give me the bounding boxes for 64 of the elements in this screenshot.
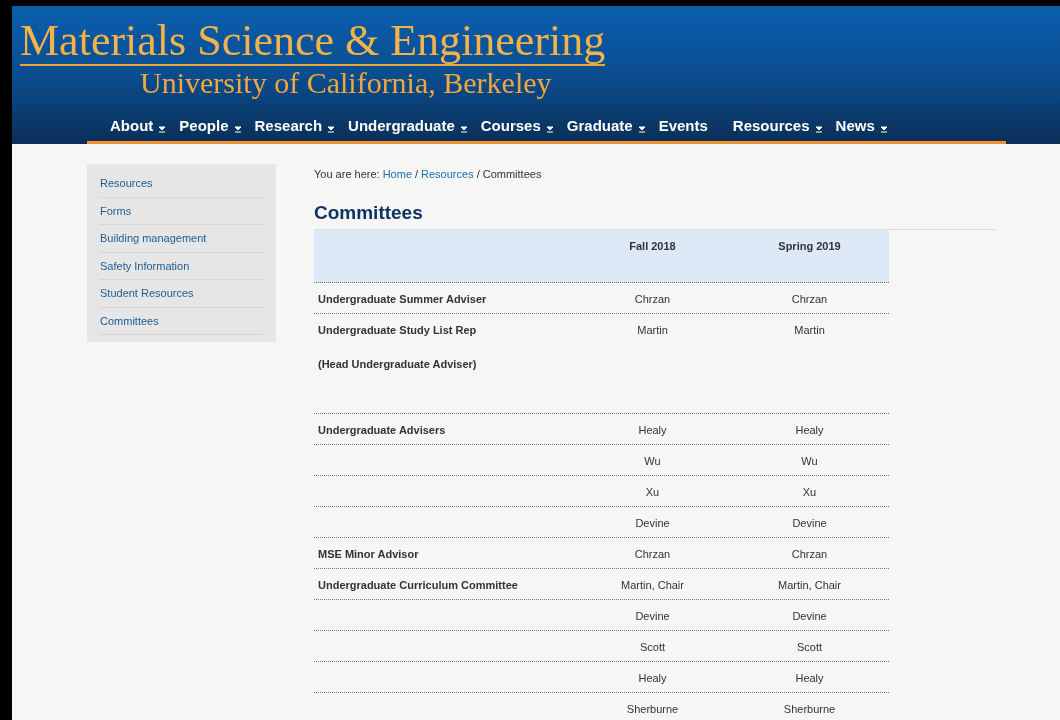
table-cell-text: Healy	[795, 671, 824, 686]
table-cell-text: Devine	[635, 609, 670, 624]
table-cell-text: Scott	[796, 640, 823, 655]
site-subtitle: University of California, Berkeley	[140, 66, 552, 100]
table-cell-text: Chrzan	[791, 292, 828, 307]
table-cell-text: Chrzan	[634, 547, 671, 562]
sidebar-link[interactable]: Student Resources	[100, 280, 263, 308]
table-cell-text: Healy	[795, 423, 824, 438]
table-cell-text: Sherburne	[783, 702, 836, 717]
breadcrumb-link[interactable]: Resources	[421, 166, 474, 190]
caret-icon	[327, 124, 336, 133]
sidebar-link[interactable]: Safety Information	[100, 252, 263, 280]
nav-link[interactable]: Resources	[732, 115, 823, 138]
table-cell-text: Devine	[635, 516, 670, 531]
caret-icon	[814, 124, 823, 133]
sidebar-link[interactable]: Building management	[100, 225, 263, 253]
nav-link[interactable]: Undergraduate	[348, 115, 468, 138]
sidebar-link[interactable]: Forms	[100, 197, 263, 225]
breadcrumb-label: You are here:	[314, 167, 380, 182]
nav-link[interactable]: News	[835, 115, 888, 138]
breadcrumb-separator: /	[415, 167, 419, 182]
table-cell-text: Chrzan	[791, 547, 828, 562]
table-cell-text: Devine	[792, 516, 827, 531]
row-label: Undergraduate Advisers	[318, 423, 447, 438]
table-cell-text: Martin, Chair	[621, 578, 684, 593]
table-cell-text: Xu	[802, 485, 817, 500]
page-title: Committees	[314, 200, 423, 225]
caret-icon	[459, 124, 468, 133]
row-label: Undergraduate Summer Adviser	[318, 292, 488, 307]
caret-icon	[879, 124, 888, 133]
nav-link[interactable]: About	[110, 115, 167, 138]
table-cell-text: Chrzan	[634, 292, 671, 307]
caret-icon	[158, 124, 167, 133]
table-cell-text: Sherburne	[626, 702, 679, 717]
nav-link[interactable]: People	[179, 115, 242, 138]
site-title[interactable]: Materials Science & Engineering	[20, 18, 606, 66]
row-label: Undergraduate Study List Rep	[318, 323, 478, 338]
sidebar-link[interactable]: Resources	[100, 170, 263, 198]
breadcrumb-separator: /	[476, 167, 480, 182]
caret-icon	[637, 124, 646, 133]
table-cell-text: Wu	[801, 454, 818, 469]
row-label: (Head Undergraduate Adviser)	[318, 356, 478, 372]
nav-link[interactable]: Graduate	[566, 115, 646, 138]
table-cell-text: Xu	[645, 485, 660, 500]
column-header: Spring 2019	[778, 239, 841, 254]
row-label: MSE Minor Advisor	[318, 547, 420, 562]
breadcrumb-link[interactable]: Home	[382, 166, 412, 190]
table-cell-text: Healy	[638, 671, 667, 686]
table-cell-text: Healy	[638, 423, 667, 438]
row-label: Undergraduate Curriculum Committee	[318, 578, 519, 593]
breadcrumb-current: Committees	[482, 167, 542, 182]
table-cell-text: Scott	[639, 640, 666, 655]
caret-icon	[545, 124, 554, 133]
nav-link[interactable]: Courses	[480, 115, 554, 138]
table-cell-text: Wu	[644, 454, 661, 469]
column-header: Fall 2018	[629, 239, 676, 254]
table-cell-text: Devine	[792, 609, 827, 624]
table-cell-text: Martin, Chair	[778, 578, 841, 593]
caret-icon	[233, 124, 242, 133]
table-cell-text: Martin	[794, 323, 825, 338]
nav-link[interactable]: Research	[254, 115, 336, 138]
table-cell-text: Martin	[637, 323, 668, 338]
sidebar-link[interactable]: Committees	[100, 307, 263, 335]
nav-link[interactable]: Events	[658, 115, 708, 138]
